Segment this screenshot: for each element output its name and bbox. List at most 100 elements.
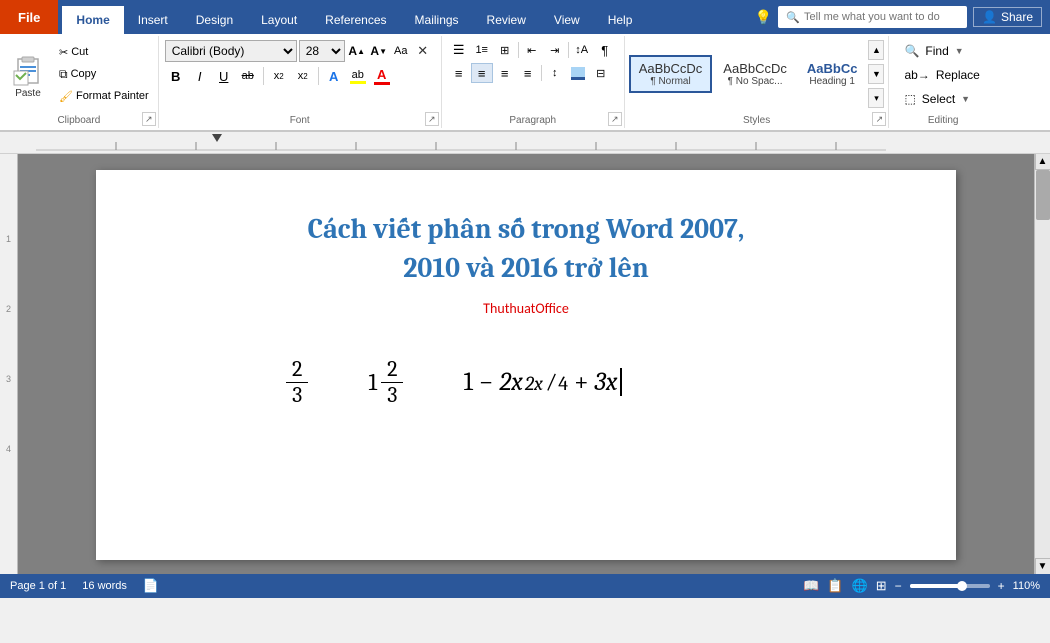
- read-mode-button[interactable]: 📖: [803, 578, 819, 594]
- share-icon: 👤: [982, 10, 997, 24]
- tell-me-box[interactable]: 🔍: [778, 6, 967, 28]
- format-painter-label: Format Painter: [76, 90, 149, 102]
- lightbulb-icon: 💡: [755, 9, 772, 26]
- paste-icon: [11, 50, 45, 88]
- editing-group: 🔍 Find ▼ ab→ Replace ⬚ Select ▼ Editing: [889, 36, 996, 128]
- tab-design[interactable]: Design: [182, 6, 247, 34]
- scroll-up-button[interactable]: ▲: [1035, 154, 1050, 170]
- find-dropdown-icon: ▼: [955, 46, 964, 56]
- share-button[interactable]: 👤 Share: [973, 7, 1042, 27]
- font-group: Calibri (Body) 28 A▲ A▼ Aa ✕ B I U ab x2…: [159, 36, 442, 128]
- replace-label: Replace: [936, 68, 980, 82]
- paste-label: Paste: [15, 88, 41, 99]
- tab-home[interactable]: Home: [62, 6, 123, 34]
- clipboard-group: Paste ✂ Cut ⧉ Copy 🖌 Format Painter ↗ Cl…: [0, 36, 159, 128]
- change-case-button[interactable]: Aa: [391, 41, 411, 61]
- tab-references[interactable]: References: [311, 6, 400, 34]
- subscript-button[interactable]: x2: [268, 65, 290, 87]
- shrink-font-button[interactable]: A▼: [369, 41, 389, 61]
- find-icon: 🔍: [904, 44, 919, 58]
- line-spacing-button[interactable]: ↕: [544, 63, 566, 83]
- scroll-down-button[interactable]: ▼: [1035, 558, 1050, 574]
- paragraph-group: ☰ 1≡ ⊞ ⇤ ⇥ ↕A ¶ ≡ ≡ ≡ ≡ ↕ ⊟ ↗ Paragraph: [442, 36, 625, 128]
- superscript-button[interactable]: x2: [292, 65, 314, 87]
- status-bar: Page 1 of 1 16 words 📄 📖 📋 🌐 ⊞ − + 110%: [0, 574, 1050, 598]
- underline-button[interactable]: U: [213, 65, 235, 87]
- tab-layout[interactable]: Layout: [247, 6, 311, 34]
- shading-button[interactable]: [567, 63, 589, 83]
- sort-button[interactable]: ↕A: [571, 40, 593, 60]
- tab-insert[interactable]: Insert: [124, 6, 182, 34]
- cut-icon: ✂: [59, 46, 68, 59]
- highlight-color-button[interactable]: ab: [347, 65, 369, 87]
- find-button[interactable]: 🔍 Find ▼: [895, 40, 988, 62]
- text-effects-button[interactable]: A: [323, 65, 345, 87]
- mixed-1-2-3: 1 2 3: [368, 357, 403, 406]
- align-right-button[interactable]: ≡: [494, 63, 516, 83]
- tell-me-input[interactable]: [804, 11, 959, 23]
- vertical-scrollbar[interactable]: ▲ ▼: [1034, 154, 1050, 574]
- styles-scroll-up[interactable]: ▲: [868, 40, 884, 60]
- style-normal-name: ¶ Normal: [650, 76, 690, 87]
- scroll-thumb[interactable]: [1036, 170, 1050, 220]
- increase-indent-button[interactable]: ⇥: [544, 40, 566, 60]
- numbering-button[interactable]: 1≡: [471, 40, 493, 60]
- style-heading1[interactable]: AaBbCc Heading 1: [798, 56, 867, 92]
- tab-review[interactable]: Review: [473, 6, 540, 34]
- decrease-indent-button[interactable]: ⇤: [521, 40, 543, 60]
- find-label: Find: [925, 44, 948, 58]
- format-painter-button[interactable]: 🖌 Format Painter: [54, 87, 154, 106]
- align-center-button[interactable]: ≡: [471, 63, 493, 83]
- style-no-spacing-preview: AaBbCcDc: [723, 61, 787, 76]
- zoom-slider-track[interactable]: [910, 584, 990, 588]
- tab-mailings[interactable]: Mailings: [401, 6, 473, 34]
- cut-label: Cut: [71, 46, 88, 58]
- copy-button[interactable]: ⧉ Copy: [54, 64, 154, 85]
- style-no-spacing[interactable]: AaBbCcDc ¶ No Spac...: [714, 56, 796, 92]
- web-layout-button[interactable]: 🌐: [852, 578, 868, 594]
- show-hide-button[interactable]: ¶: [594, 40, 616, 60]
- paragraph-label: Paragraph: [442, 115, 624, 126]
- document-subtitle: ThuthuatOffice: [166, 300, 886, 317]
- tab-view[interactable]: View: [540, 6, 594, 34]
- select-button[interactable]: ⬚ Select ▼: [895, 88, 988, 110]
- proof-icon: 📄: [143, 578, 159, 594]
- page[interactable]: Cách viết phân số trong Word 2007, 2010 …: [96, 170, 956, 560]
- justify-button[interactable]: ≡: [517, 63, 539, 83]
- paste-button[interactable]: Paste: [4, 38, 52, 110]
- clear-formatting-button[interactable]: ✕: [413, 41, 433, 61]
- format-painter-icon: 🖌: [59, 90, 73, 103]
- focus-button[interactable]: ⊞: [876, 578, 887, 594]
- font-color-button[interactable]: A: [371, 65, 393, 87]
- styles-more[interactable]: ▾: [868, 88, 884, 108]
- file-tab[interactable]: File: [0, 0, 58, 34]
- page-info: Page 1 of 1: [10, 580, 66, 592]
- strikethrough-button[interactable]: ab: [237, 65, 259, 87]
- italic-button[interactable]: I: [189, 65, 211, 87]
- copy-label: Copy: [71, 68, 97, 80]
- bullets-button[interactable]: ☰: [448, 40, 470, 60]
- left-margin: 1 2 3 4: [0, 154, 18, 574]
- cut-button[interactable]: ✂ Cut: [54, 43, 154, 62]
- multilevel-button[interactable]: ⊞: [494, 40, 516, 60]
- styles-scroll-down[interactable]: ▼: [868, 64, 884, 84]
- zoom-out-button[interactable]: −: [895, 579, 902, 593]
- zoom-in-button[interactable]: +: [998, 579, 1005, 593]
- style-normal[interactable]: AaBbCcDc ¶ Normal: [629, 55, 713, 93]
- borders-button[interactable]: ⊟: [590, 63, 612, 83]
- tab-help[interactable]: Help: [594, 6, 647, 34]
- font-size-select[interactable]: 28: [299, 40, 345, 62]
- style-normal-preview: AaBbCcDc: [639, 61, 703, 76]
- bold-button[interactable]: B: [165, 65, 187, 87]
- grow-font-button[interactable]: A▲: [347, 41, 367, 61]
- styles-group: AaBbCcDc ¶ Normal AaBbCcDc ¶ No Spac... …: [625, 36, 890, 128]
- font-name-select[interactable]: Calibri (Body): [165, 40, 297, 62]
- scroll-track[interactable]: [1035, 170, 1050, 558]
- replace-button[interactable]: ab→ Replace: [895, 64, 988, 86]
- replace-icon: ab→: [904, 68, 929, 82]
- print-layout-button[interactable]: 📋: [827, 578, 843, 594]
- zoom-level: 110%: [1013, 580, 1040, 592]
- math-area: 2 3 1 2 3 1 − 2x: [166, 357, 886, 406]
- align-left-button[interactable]: ≡: [448, 63, 470, 83]
- document-title: Cách viết phân số trong Word 2007, 2010 …: [166, 210, 886, 288]
